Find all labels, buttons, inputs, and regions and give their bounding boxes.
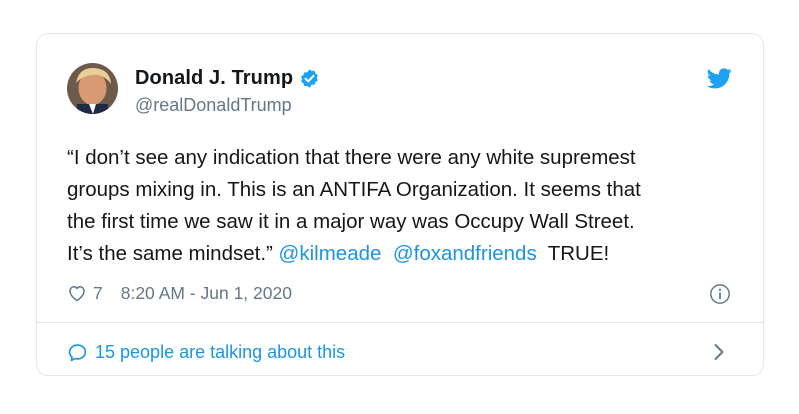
tweet-text-line: groups mixing in. This is an ANTIFA Orga… [67,178,641,201]
author-handle[interactable]: @realDonaldTrump [135,95,292,116]
info-icon[interactable] [709,283,731,305]
twitter-bird-icon[interactable] [707,68,732,89]
display-name[interactable]: Donald J. Trump [135,67,293,90]
avatar[interactable] [67,63,118,114]
mention-link[interactable]: @kilmeade [279,242,382,265]
profile-photo [67,63,118,114]
like-count: 7 [93,282,103,303]
verified-badge-icon [301,68,318,88]
conversation-link[interactable]: 15 people are talking about this [67,339,345,365]
divider [37,322,763,323]
tweet-text-line: the first time we saw it in a major way … [67,210,635,233]
speech-bubble-icon [68,343,87,361]
conversation-link-label[interactable]: 15 people are talking about this [95,342,345,363]
tweet-text-line: “I don’t see any indication that there w… [67,146,636,169]
tweet-card: Donald J. Trump @realDonaldTrump “I don’… [36,33,764,376]
author-name-row[interactable]: Donald J. Trump [135,66,320,90]
tweet-text-line: It’s the same mindset.” @kilmeade @foxan… [67,242,610,265]
tweet-meta-row: 7 8:20 AM - Jun 1, 2020 [67,281,292,305]
chevron-right-icon[interactable] [713,343,725,361]
mention-link[interactable]: @foxandfriends [393,242,537,265]
tweet-text: “I don’t see any indication that there w… [67,142,747,270]
heart-icon[interactable] [67,283,87,303]
tweet-timestamp[interactable]: 8:20 AM - Jun 1, 2020 [121,283,292,304]
